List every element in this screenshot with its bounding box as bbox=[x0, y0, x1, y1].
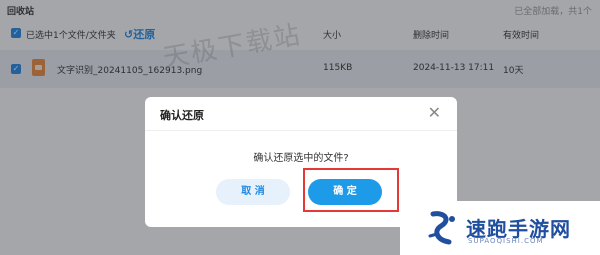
brand-logo-icon bbox=[428, 211, 455, 245]
divider bbox=[145, 130, 457, 131]
close-icon[interactable]: ✕ bbox=[428, 103, 441, 122]
dialog-message: 确认还原选中的文件? bbox=[253, 153, 349, 164]
brand-url: SUPAOQISHI.COM bbox=[468, 237, 544, 245]
cancel-button[interactable]: 取 消 bbox=[216, 179, 290, 205]
highlight-box bbox=[303, 168, 399, 212]
dialog-title: 确认还原 bbox=[160, 109, 204, 122]
